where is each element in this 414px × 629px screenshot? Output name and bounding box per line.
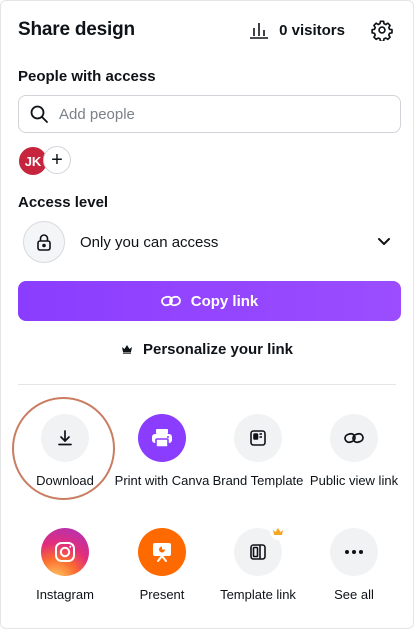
share-panel: Share design 0 visitors People with acce…: [0, 0, 414, 629]
template-link-icon: [234, 524, 286, 576]
instagram-icon: [41, 528, 89, 576]
copy-link-label: Copy link: [190, 292, 259, 310]
share-option-template-link[interactable]: Template link: [210, 524, 306, 602]
access-level-value: Only you can access: [80, 233, 219, 251]
share-option-public-view-link[interactable]: Public view link: [306, 414, 402, 488]
access-level-dropdown[interactable]: Only you can access: [23, 221, 391, 263]
visitors-button[interactable]: 0 visitors: [249, 21, 345, 39]
lock-icon: [23, 221, 65, 263]
access-avatars: JK +: [17, 145, 71, 177]
share-option-see-all[interactable]: See all: [306, 528, 402, 602]
share-option-label: Print with Canva: [114, 473, 210, 488]
share-option-brand-template[interactable]: Brand Template: [210, 414, 306, 488]
share-option-print[interactable]: Print with Canva: [114, 414, 210, 488]
share-option-label: Public view link: [309, 473, 399, 488]
divider: [18, 384, 396, 385]
gear-icon[interactable]: [371, 19, 393, 41]
bar-chart-icon: [249, 21, 269, 39]
link-icon: [330, 414, 378, 462]
brand-template-icon: [234, 414, 282, 462]
share-option-label: Instagram: [36, 587, 94, 602]
share-option-label: Download: [36, 473, 94, 488]
share-option-label: Template link: [220, 587, 296, 602]
link-icon: [160, 294, 181, 308]
personalize-link-button[interactable]: Personalize your link: [1, 338, 413, 360]
header-actions: 0 visitors: [249, 19, 393, 41]
access-level-label: Access level: [18, 194, 109, 211]
panel-title: Share design: [18, 19, 135, 40]
download-icon: [41, 414, 89, 462]
add-people-field[interactable]: [18, 95, 401, 133]
share-option-label: See all: [334, 587, 374, 602]
header: Share design 0 visitors: [18, 15, 393, 45]
more-icon: [330, 528, 378, 576]
crown-icon: [121, 344, 133, 354]
copy-link-button[interactable]: Copy link: [18, 281, 401, 321]
personalize-label: Personalize your link: [142, 340, 294, 358]
search-input[interactable]: [57, 104, 361, 124]
add-person-button[interactable]: +: [43, 146, 71, 174]
crown-icon: [270, 524, 286, 540]
search-icon: [29, 104, 49, 124]
share-option-present[interactable]: Present: [114, 528, 210, 602]
people-with-access-label: People with access: [18, 68, 156, 85]
share-option-label: Brand Template: [212, 473, 304, 488]
share-option-instagram[interactable]: Instagram: [17, 528, 113, 602]
printer-icon: [138, 414, 186, 462]
share-option-label: Present: [139, 587, 185, 602]
visitors-count: 0 visitors: [279, 21, 345, 39]
share-option-download[interactable]: Download: [17, 414, 113, 488]
present-icon: [138, 528, 186, 576]
chevron-down-icon: [377, 237, 391, 247]
